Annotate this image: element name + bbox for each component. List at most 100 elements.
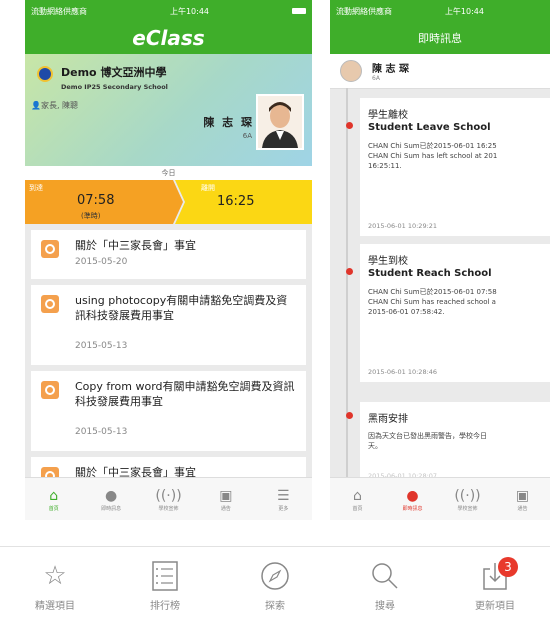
phone-home-screen: 流動網絡供應商 上午10:44 eClass Demo 博文亞洲中學 Demo … <box>25 0 312 520</box>
school-info: Demo 博文亞洲中學 Demo IP25 Secondary School <box>37 64 168 91</box>
tab-label: 即時訊息 <box>101 505 122 512</box>
compass-icon-svg <box>261 562 289 590</box>
leave-label: 離開 <box>201 184 215 192</box>
tab-notice[interactable]: ▣ 通告 <box>495 478 550 520</box>
clock-label: 上午10:44 <box>444 6 484 16</box>
school-banner: Demo 博文亞洲中學 Demo IP25 Secondary School 👤… <box>25 54 312 166</box>
user-icon: 👤 <box>31 101 41 110</box>
app-store-tab-bar: ☆ 精選項目 排行榜 探索 搜尋 3 更新項目 <box>0 546 550 617</box>
notice-card[interactable]: Copy from word有關申請豁免空調費及資訊科技發展費用事宜 2015-… <box>31 371 306 451</box>
tab-updates[interactable]: 3 更新項目 <box>440 547 550 617</box>
tab-label: 學校宣佈 <box>158 505 179 512</box>
status-bar: 流動網絡供應商 上午10:44 <box>330 0 550 22</box>
tab-label: 探索 <box>265 601 285 612</box>
tab-bar: ⌂ 首頁 ● 即時訊息 ((·)) 學校宣佈 ▣ 通告 ☰ 更多 <box>25 477 312 520</box>
message-page-title: 即時訊息 <box>418 32 462 45</box>
tab-bar: ⌂ 首頁 ● 即時訊息 ((·)) 學校宣佈 ▣ 通告 <box>330 477 550 520</box>
arrive-time: 07:58 <box>77 193 115 208</box>
app-header: eClass <box>25 22 312 54</box>
arrive-label: 到達 <box>29 184 43 192</box>
message-user-bar[interactable]: 陳 志 琛 6A <box>330 54 550 89</box>
message-body: CHAN Chi Sum已於2015-06-01 07:58 CHAN Chi … <box>368 288 497 316</box>
student-photo[interactable] <box>256 94 304 150</box>
home-icon: ⌂ <box>353 487 362 504</box>
message-body: 因為天文台已發出黑雨警告，學校今日 天。 <box>368 432 487 450</box>
notice-date: 2015-05-13 <box>75 427 128 437</box>
list-icon <box>152 561 178 591</box>
tab-search[interactable]: 搜尋 <box>330 547 440 617</box>
clock-label: 上午10:44 <box>169 6 210 16</box>
notice-title: using photocopy有關申請豁免空調費及資訊科技發展費用事宜 <box>75 294 288 322</box>
star-icon: ☆ <box>43 561 67 591</box>
timeline-line <box>346 88 348 478</box>
message-title-en: Student Leave School <box>368 122 491 133</box>
avatar <box>340 60 362 82</box>
status-bar: 流動網絡供應商 上午10:44 <box>25 0 312 22</box>
notice-icon <box>41 240 59 258</box>
app-title: eClass <box>132 26 205 50</box>
tab-label: 學校宣佈 <box>457 505 478 512</box>
search-icon <box>370 561 400 591</box>
chat-icon: ● <box>105 487 118 504</box>
notice-card[interactable]: 關於「中三家長會」事宜 2015-05-20 <box>31 230 306 279</box>
notice-date: 2015-05-13 <box>75 341 128 351</box>
message-title-zh: 學生到校 <box>368 256 408 267</box>
leave-block: 離開 16:25 <box>175 180 312 224</box>
message-time: 2015-06-01 10:29:21 <box>368 222 438 230</box>
timeline-dot <box>346 122 353 129</box>
carrier-label: 流動網絡供應商 <box>31 6 87 16</box>
message-header: 即時訊息 <box>330 22 550 54</box>
notice-card[interactable]: using photocopy有關申請豁免空調費及資訊科技發展費用事宜 2015… <box>31 285 306 365</box>
user-class: 6A <box>372 75 380 82</box>
phone-message-screen: 流動網絡供應商 上午10:44 即時訊息 陳 志 琛 6A 學生離校 Stude… <box>330 0 550 520</box>
updates-badge: 3 <box>498 557 518 577</box>
tab-explore[interactable]: 探索 <box>220 547 330 617</box>
tab-label: 首頁 <box>48 505 59 512</box>
leave-time: 16:25 <box>217 194 255 209</box>
tab-notice[interactable]: ▣ 通告 <box>197 478 254 520</box>
tab-school-news[interactable]: ((·)) 學校宣佈 <box>440 478 495 520</box>
student-photo-image <box>258 96 302 148</box>
carrier-label: 流動網絡供應商 <box>336 6 392 16</box>
tab-featured[interactable]: ☆ 精選項目 <box>0 547 110 617</box>
message-title-en: Student Reach School <box>368 268 492 279</box>
tab-instant-message[interactable]: ● 即時訊息 <box>82 478 139 520</box>
tab-home[interactable]: ⌂ 首頁 <box>25 478 82 520</box>
student-name: 陳 志 琛 <box>203 116 254 129</box>
compass-icon <box>260 561 290 591</box>
home-icon: ⌂ <box>49 487 59 504</box>
message-card[interactable]: 黑雨安排 因為天文台已發出黑雨警告，學校今日 天。 2015-06-01 10:… <box>346 402 550 482</box>
tab-label: 通告 <box>220 505 231 512</box>
search-icon-svg <box>372 563 398 589</box>
tab-home[interactable]: ⌂ 首頁 <box>330 478 385 520</box>
notice-icon: ▣ <box>219 487 233 504</box>
message-card[interactable]: 學生到校 Student Reach School CHAN Chi Sum已於… <box>346 244 550 382</box>
tab-label: 首頁 <box>352 505 363 512</box>
tab-instant-message[interactable]: ● 即時訊息 <box>385 478 440 520</box>
message-card[interactable]: 學生離校 Student Leave School CHAN Chi Sum已於… <box>346 98 550 236</box>
tab-label: 更新項目 <box>475 601 515 612</box>
school-name-en: Demo IP25 Secondary School <box>61 83 168 91</box>
notice-list: 關於「中三家長會」事宜 2015-05-20 using photocopy有關… <box>31 230 306 493</box>
message-title-zh: 黑雨安排 <box>368 414 408 425</box>
tab-label: 排行榜 <box>150 601 180 612</box>
notice-date: 2015-05-20 <box>75 257 128 267</box>
timeline-dot <box>346 412 353 419</box>
tab-more[interactable]: ☰ 更多 <box>255 478 312 520</box>
tab-label: 搜尋 <box>375 601 395 612</box>
tab-school-news[interactable]: ((·)) 學校宣佈 <box>140 478 197 520</box>
attendance-date: 今日 <box>25 166 312 180</box>
notice-icon: ▣ <box>515 487 530 504</box>
tab-label: 更多 <box>278 505 289 512</box>
battery-icon <box>292 8 306 14</box>
tab-top-charts[interactable]: 排行榜 <box>110 547 220 617</box>
school-name-zh: Demo 博文亞洲中學 <box>61 66 167 79</box>
notice-icon <box>41 381 59 399</box>
parent-label[interactable]: 👤家長, 陳聰 <box>31 100 78 111</box>
arrive-note: (準時) <box>81 212 101 220</box>
broadcast-icon: ((·)) <box>155 487 182 504</box>
timeline-dot <box>346 268 353 275</box>
message-body: CHAN Chi Sum已於2015-06-01 16:25 CHAN Chi … <box>368 142 498 170</box>
menu-icon: ☰ <box>277 487 290 504</box>
broadcast-icon: ((·)) <box>454 487 481 504</box>
